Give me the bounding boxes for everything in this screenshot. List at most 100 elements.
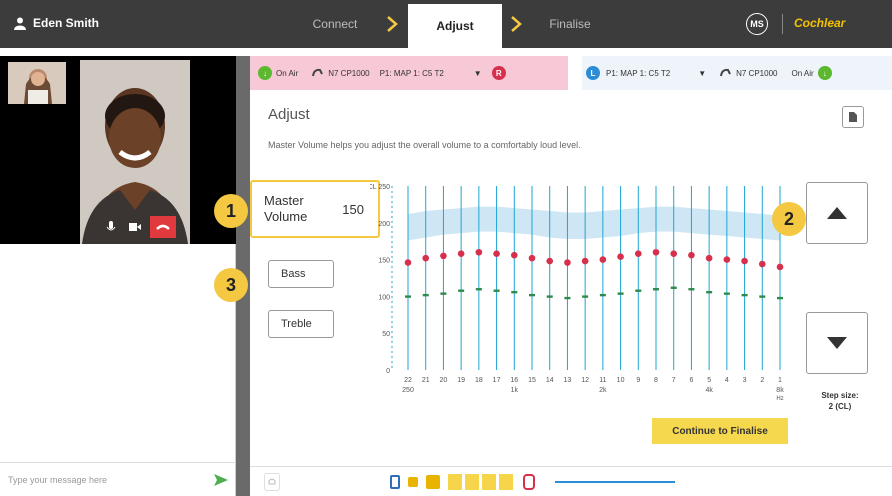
upper-level-point bbox=[457, 250, 465, 258]
lock-icon bbox=[408, 476, 418, 487]
x-tick-label: 19 bbox=[457, 377, 465, 384]
freq-tick-label: 1k bbox=[511, 387, 519, 394]
processor-bar: ↓ On Air N7 CP1000 P1: MAP 1: C5 T2 ▼ R … bbox=[250, 56, 892, 90]
y-tick-label: 150 bbox=[378, 258, 390, 265]
triangle-down-icon bbox=[827, 337, 847, 349]
x-tick-label: 4 bbox=[725, 377, 729, 384]
master-volume-label: Master Volume bbox=[264, 193, 308, 224]
user-icon bbox=[14, 17, 26, 30]
master-volume-value: 150 bbox=[342, 202, 364, 217]
continue-button[interactable]: Continue to Finalise bbox=[652, 418, 788, 444]
device-status-bar bbox=[250, 466, 892, 496]
x-tick-label: 13 bbox=[564, 377, 572, 384]
lower-level-point bbox=[546, 295, 553, 298]
chevron-right-icon bbox=[511, 16, 522, 32]
step-size: Step size: 2 (CL) bbox=[810, 390, 870, 412]
lower-level-point bbox=[653, 288, 659, 291]
document-button[interactable] bbox=[842, 106, 864, 128]
x-tick-label: 3 bbox=[743, 377, 747, 384]
chat-input[interactable]: Type your message here bbox=[0, 462, 236, 496]
step-badge-3: 3 bbox=[214, 268, 248, 302]
microphone-icon[interactable] bbox=[100, 216, 122, 238]
upper-level-point bbox=[510, 251, 518, 259]
x-tick-label: 11 bbox=[599, 377, 606, 384]
hang-up-button[interactable] bbox=[150, 216, 176, 238]
x-tick-label: 5 bbox=[707, 377, 711, 384]
left-map: P1: MAP 1: C5 T2 bbox=[606, 68, 671, 78]
upper-level-point bbox=[475, 248, 483, 256]
chevron-down-icon[interactable]: ▼ bbox=[474, 69, 482, 78]
upper-level-point bbox=[723, 256, 731, 263]
step-connect[interactable]: Connect bbox=[280, 0, 390, 48]
processor-icon bbox=[312, 68, 324, 77]
camera-icon[interactable] bbox=[124, 216, 146, 238]
program-icon bbox=[499, 473, 513, 490]
triangle-up-icon bbox=[827, 207, 847, 219]
right-status: On Air bbox=[276, 68, 299, 78]
lower-level-point bbox=[422, 293, 429, 297]
lower-level-point bbox=[670, 286, 677, 289]
y-tick-label: 100 bbox=[378, 294, 390, 301]
lower-level-point bbox=[529, 293, 535, 297]
right-processor[interactable]: ↓ On Air N7 CP1000 P1: MAP 1: C5 T2 ▼ R bbox=[250, 56, 568, 90]
step-adjust[interactable]: Adjust bbox=[408, 4, 502, 48]
app-root: Eden Smith Connect Adjust Finalise MS Co… bbox=[0, 0, 892, 496]
x-tick-label: 15 bbox=[528, 377, 536, 384]
video-call bbox=[0, 56, 236, 244]
treble-button[interactable]: Treble bbox=[268, 310, 334, 338]
lower-level-point bbox=[688, 288, 695, 291]
page-title: Adjust bbox=[268, 106, 310, 123]
user-name: Eden Smith bbox=[33, 16, 100, 30]
right-side-badge: R bbox=[491, 66, 506, 80]
send-icon[interactable] bbox=[214, 473, 228, 486]
x-tick-label: 17 bbox=[493, 377, 501, 384]
lower-level-point bbox=[511, 290, 518, 294]
bass-button[interactable]: Bass bbox=[268, 260, 334, 288]
document-icon bbox=[849, 112, 857, 122]
user-info[interactable]: Eden Smith bbox=[14, 16, 99, 30]
upper-level-point bbox=[688, 251, 695, 259]
step-badge-1: 1 bbox=[214, 194, 248, 228]
page-description: Master Volume helps you adjust the overa… bbox=[268, 140, 581, 150]
on-air-icon: ↓ bbox=[258, 66, 272, 80]
chevron-down-icon[interactable]: ▼ bbox=[698, 69, 706, 78]
freq-unit-label: Hz bbox=[776, 396, 783, 402]
processor-icon bbox=[390, 474, 400, 489]
x-tick-label: 10 bbox=[617, 377, 625, 384]
step-size-label: Step size: bbox=[821, 391, 859, 400]
on-air-icon: ↓ bbox=[817, 66, 832, 80]
header-divider bbox=[782, 14, 783, 34]
implant-icon bbox=[523, 473, 535, 490]
x-tick-label: 22 bbox=[404, 377, 412, 384]
bell-icon[interactable] bbox=[264, 472, 280, 491]
master-volume-button[interactable]: Master Volume 150 bbox=[250, 180, 380, 238]
upper-level-point bbox=[670, 250, 678, 258]
lower-level-point bbox=[599, 293, 606, 297]
hang-up-icon bbox=[156, 224, 170, 230]
chevron-right-icon bbox=[387, 16, 398, 32]
step-finalise[interactable]: Finalise bbox=[530, 0, 610, 48]
increase-button[interactable] bbox=[806, 182, 868, 244]
program-icon bbox=[448, 473, 462, 490]
upper-level-point bbox=[404, 259, 412, 266]
coil-icon bbox=[426, 474, 440, 489]
upper-level-point bbox=[741, 257, 748, 265]
electrode-chart: 22 21 20 19 18 17 16 15 14 13 12 11 10 9 8 7 6 5 4 3 2 1250 1k… bbox=[370, 184, 784, 402]
x-tick-label: 6 bbox=[689, 377, 693, 384]
y-tick-label: 0 bbox=[386, 368, 390, 375]
user-initials-badge[interactable]: MS bbox=[746, 13, 768, 35]
program-icon bbox=[465, 473, 479, 490]
x-tick-label: 16 bbox=[510, 377, 518, 384]
x-tick-label: 7 bbox=[672, 377, 676, 384]
upper-level-point bbox=[758, 260, 766, 268]
upper-level-point bbox=[634, 250, 642, 258]
lower-level-point bbox=[564, 296, 571, 300]
self-view-video bbox=[8, 62, 66, 104]
x-tick-label: 14 bbox=[546, 377, 554, 384]
upper-level-point bbox=[652, 248, 660, 256]
lower-level-point bbox=[723, 292, 730, 295]
left-processor[interactable]: L P1: MAP 1: C5 T2 ▼ N7 CP1000 On Air ↓ bbox=[582, 56, 892, 90]
decrease-button[interactable] bbox=[806, 312, 868, 374]
lower-level-point bbox=[582, 295, 589, 298]
lower-level-point bbox=[741, 293, 748, 297]
